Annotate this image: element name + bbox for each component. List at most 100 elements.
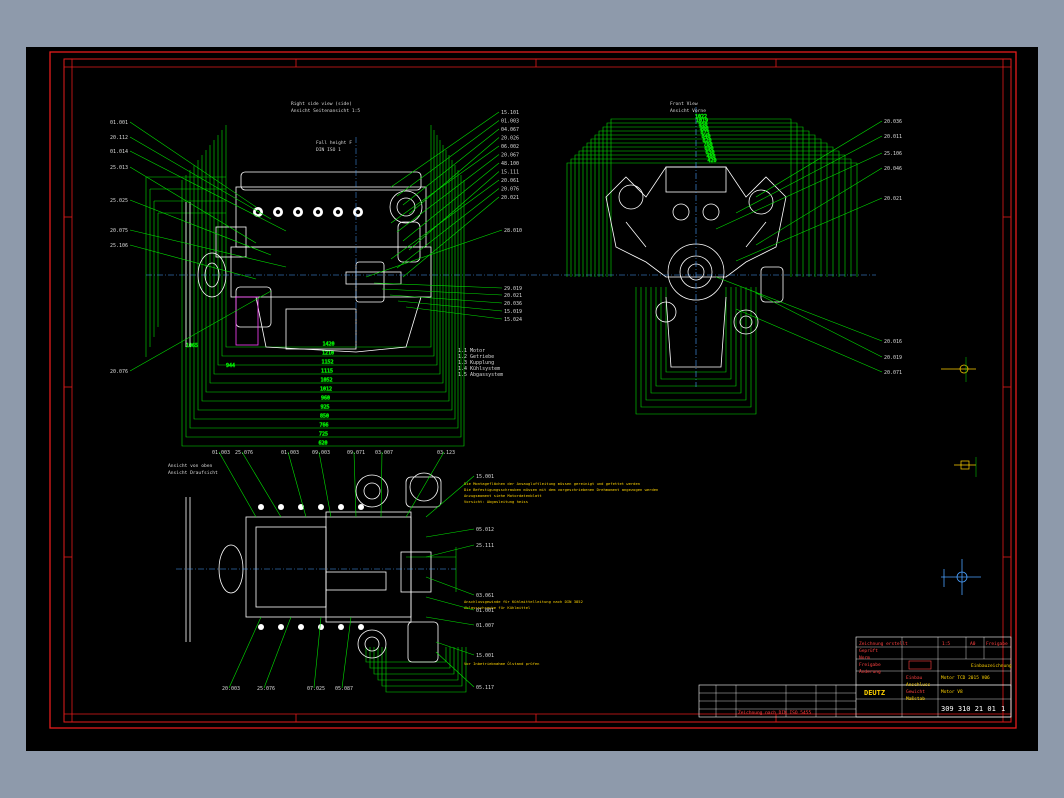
callout-label: 05.117 xyxy=(476,685,494,691)
callout-label: 01.003 xyxy=(501,119,519,125)
callout-label: 25.076 xyxy=(257,686,275,692)
front-view: 10221019950900875840820760690630488420 F… xyxy=(566,101,876,415)
callout-label: 03.123 xyxy=(437,450,455,456)
callout-label: 15.001 xyxy=(476,474,494,480)
callout-label: 04.067 xyxy=(501,127,519,133)
callout-label: 20.026 xyxy=(501,136,519,142)
side-dimension-value: 925 xyxy=(320,405,329,411)
callout-label: 09.003 xyxy=(312,450,330,456)
callout-label: 48.100 xyxy=(501,161,519,167)
side-dimension-value: 1210 xyxy=(322,351,334,357)
callout-label: 25.025 xyxy=(110,198,128,204)
callout-label: 20.075 xyxy=(110,228,128,234)
leader-line xyxy=(263,616,292,689)
tb-sheet: 1 xyxy=(1001,705,1005,713)
front-dimension-frame xyxy=(594,134,816,277)
callout-label: 20.019 xyxy=(884,355,902,361)
side-dimension-value: 1065 xyxy=(186,343,198,349)
leader-line xyxy=(402,162,500,242)
callout-label: 20.112 xyxy=(110,135,128,141)
tb-status: Freigabe xyxy=(986,641,1008,647)
side-cylinder-heads xyxy=(253,207,363,217)
top-view-title: Ansicht von oben xyxy=(168,463,212,469)
leader-line xyxy=(373,282,503,289)
side-legend-item: 1.5 Abgassystem xyxy=(458,372,503,378)
top-note-3: Anzugsmoment siehe Motordatenblatt xyxy=(464,493,542,498)
side-dimension-value: 620 xyxy=(318,441,327,447)
callout-label: 20.003 xyxy=(222,686,240,692)
callout-label: 15.101 xyxy=(501,110,519,116)
bottom-note-2: Ablassschraube für Kühlmittel xyxy=(464,605,530,610)
side-dimension-value: 725 xyxy=(319,432,328,438)
callout-label: 15.001 xyxy=(476,653,494,659)
leader-line xyxy=(129,229,287,268)
callout-label: 15.111 xyxy=(501,170,519,176)
leader-line xyxy=(390,145,500,224)
front-dimension-frame xyxy=(606,122,798,277)
leader-line xyxy=(390,111,500,188)
callout-label: 07.025 xyxy=(307,686,325,692)
tb-title: Motor TCD 2015 V06 xyxy=(941,675,990,681)
callout-label: 03.061 xyxy=(476,593,494,599)
leader-line xyxy=(313,616,322,689)
leader-line xyxy=(129,290,272,372)
front-dimension-value: 420 xyxy=(707,158,716,164)
top-note-4: Vorsicht: Abgasleitung heiss xyxy=(464,499,528,504)
leader-line xyxy=(353,451,357,518)
leader-line xyxy=(396,154,500,233)
leader-line xyxy=(129,121,257,208)
leader-line xyxy=(755,167,883,246)
callout-label: 20.061 xyxy=(501,178,519,184)
leader-line xyxy=(397,300,503,312)
callout-label: 15.024 xyxy=(504,317,522,323)
side-dimension-frame xyxy=(221,130,435,357)
tb-info-row: Geprüft xyxy=(859,648,878,654)
tb-mid-row: Einbau xyxy=(906,675,923,681)
front-dimension-frame xyxy=(578,150,840,277)
leader-line xyxy=(405,306,503,320)
front-dimension-frame xyxy=(574,154,846,277)
bottom-note-1: Anschlussgewinde für Kühlmittelleitung n… xyxy=(464,599,583,604)
callout-label: 01.014 xyxy=(110,149,128,155)
callout-label: 20.076 xyxy=(501,187,519,193)
side-cylinder-head-cores xyxy=(255,209,361,215)
outer-frame xyxy=(49,51,1017,729)
tb-revision: Zeichnung nach DIN ISO 5455 xyxy=(738,710,811,716)
leader-line xyxy=(425,544,475,558)
tb-scale: 1:5 xyxy=(942,641,950,647)
leader-line xyxy=(435,641,475,656)
callout-label: 01.003 xyxy=(281,450,299,456)
leader-line xyxy=(408,171,500,251)
callout-label: 20.011 xyxy=(884,134,902,140)
tb-mid-row: Anschluss xyxy=(906,682,931,688)
tb-company: DEUTZ xyxy=(864,689,885,697)
side-dimension-value: 944 xyxy=(226,363,235,369)
leader-line xyxy=(425,528,475,538)
callout-label: 28.010 xyxy=(504,228,522,234)
front-view-title: Front View xyxy=(670,101,698,107)
callout-label: 20.046 xyxy=(884,166,902,172)
callout-label: 01.007 xyxy=(476,623,494,629)
leader-line xyxy=(380,451,383,518)
side-view: 1420 1210 1152 1115 1052 1012 960 925 850 766 725 6… xyxy=(145,101,586,447)
side-inner-label: Fall height F xyxy=(316,140,352,146)
tb-info-row: Änderung xyxy=(859,668,881,675)
callout-label: 01.001 xyxy=(476,608,494,614)
callout-label: 20.036 xyxy=(504,301,522,307)
side-dimension-value: 1420 xyxy=(322,342,334,348)
callout-label: 25.106 xyxy=(110,243,128,249)
callout-label: 20.021 xyxy=(884,196,902,202)
callout-label: 09.071 xyxy=(347,450,365,456)
cad-viewport[interactable]: 1420 1210 1152 1115 1052 1012 960 925 850 766 725 6… xyxy=(26,47,1038,751)
leader-line xyxy=(129,166,257,244)
callout-label: 05.012 xyxy=(476,527,494,533)
tb-size: A0 xyxy=(970,641,976,647)
leader-line xyxy=(381,288,503,296)
leader-line xyxy=(425,616,475,626)
engine-drawing: 1420121011521115105210129609258507667256… xyxy=(49,51,1017,729)
leader-line xyxy=(129,244,257,280)
callout-label: 20.016 xyxy=(884,339,902,345)
callout-label: 01.003 xyxy=(212,450,230,456)
top-view: Ansicht von oben Ansicht Draufsicht Die … xyxy=(168,463,658,693)
callout-label: 25.076 xyxy=(235,450,253,456)
